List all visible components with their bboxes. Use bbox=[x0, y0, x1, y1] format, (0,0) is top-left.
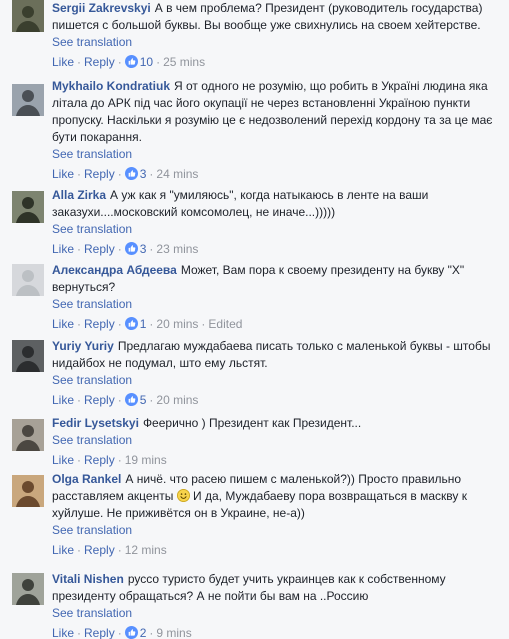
see-translation-link[interactable]: See translation bbox=[52, 522, 500, 539]
comment-author[interactable]: Vitali Nishen bbox=[52, 572, 124, 586]
avatar[interactable] bbox=[12, 419, 44, 451]
comment-actions: Like · Reply · 1 · 20 mins · Edited bbox=[52, 317, 243, 331]
comment-actions: Like · Reply · 5 · 20 mins bbox=[52, 393, 199, 407]
like-thumb-icon bbox=[124, 167, 138, 180]
comment-author[interactable]: Yuriy Yuriy bbox=[52, 339, 114, 353]
see-translation-link[interactable]: See translation bbox=[52, 432, 500, 449]
like-thumb-icon bbox=[124, 242, 138, 255]
comment-author[interactable]: Olga Rankel bbox=[52, 472, 121, 486]
comment-timestamp[interactable]: 12 mins bbox=[125, 543, 167, 557]
comment-body: Olga Rankel А ничё. что расею пишем с мал… bbox=[52, 471, 500, 522]
comment-body: Vitali Nishen руссо туристо будет учить у… bbox=[52, 571, 500, 605]
like-count[interactable]: 5 bbox=[124, 393, 146, 407]
like-thumb-icon bbox=[124, 626, 138, 639]
comment-author[interactable]: Sergii Zakrevskyi bbox=[52, 1, 151, 15]
see-translation-link[interactable]: See translation bbox=[52, 605, 500, 622]
like-count[interactable]: 3 bbox=[124, 242, 146, 256]
comment-timestamp[interactable]: 9 mins bbox=[156, 626, 191, 639]
reply-button[interactable]: Reply bbox=[84, 626, 115, 639]
like-button[interactable]: Like bbox=[52, 393, 74, 407]
reply-button[interactable]: Reply bbox=[84, 317, 115, 331]
like-button[interactable]: Like bbox=[52, 55, 74, 69]
avatar[interactable] bbox=[12, 264, 44, 296]
comment-body: Sergii Zakrevskyi А в чем проблема? Прези… bbox=[52, 0, 500, 34]
see-translation-link[interactable]: See translation bbox=[52, 221, 500, 238]
reply-button[interactable]: Reply bbox=[84, 393, 115, 407]
comment-body: Yuriy Yuriy Предлагаю муждабаева писать т… bbox=[52, 338, 500, 372]
like-button[interactable]: Like bbox=[52, 167, 74, 181]
comment-body: Fedir Lysetskyi Феерично ) Президент как … bbox=[52, 415, 500, 432]
comment-text: Феерично ) Президент как Президент... bbox=[142, 416, 362, 430]
comment-timestamp[interactable]: 20 mins bbox=[156, 317, 198, 331]
comment-body: Alla Zirka А уж как я "умиляюсь", когда н… bbox=[52, 187, 500, 221]
reply-button[interactable]: Reply bbox=[84, 242, 115, 256]
like-count[interactable]: 3 bbox=[124, 167, 146, 181]
see-translation-link[interactable]: See translation bbox=[52, 146, 500, 163]
like-button[interactable]: Like bbox=[52, 317, 74, 331]
comment-author[interactable]: Fedir Lysetskyi bbox=[52, 416, 139, 430]
like-button[interactable]: Like bbox=[52, 242, 74, 256]
avatar[interactable] bbox=[12, 573, 44, 605]
comment-author[interactable]: Alla Zirka bbox=[52, 188, 106, 202]
like-count[interactable]: 10 bbox=[124, 55, 153, 69]
reply-button[interactable]: Reply bbox=[84, 55, 115, 69]
see-translation-link[interactable]: See translation bbox=[52, 372, 500, 389]
avatar[interactable] bbox=[12, 475, 44, 507]
like-button[interactable]: Like bbox=[52, 543, 74, 557]
reply-button[interactable]: Reply bbox=[84, 543, 115, 557]
comment-body: Александра Абдеева Может, Вам пора к свое… bbox=[52, 262, 500, 296]
avatar[interactable] bbox=[12, 191, 44, 223]
like-count[interactable]: 2 bbox=[124, 626, 146, 639]
like-thumb-icon bbox=[124, 393, 138, 406]
comment-actions: Like · Reply · 2 · 9 mins bbox=[52, 626, 192, 639]
smiley-emoji-icon bbox=[176, 489, 190, 502]
avatar[interactable] bbox=[12, 340, 44, 372]
like-button[interactable]: Like bbox=[52, 453, 74, 467]
see-translation-link[interactable]: See translation bbox=[52, 34, 500, 51]
comment-list: Sergii Zakrevskyi А в чем проблема? Прези… bbox=[0, 0, 509, 639]
comment-timestamp[interactable]: 23 mins bbox=[156, 242, 198, 256]
comment-author[interactable]: Александра Абдеева bbox=[52, 263, 177, 277]
avatar[interactable] bbox=[12, 0, 44, 32]
like-thumb-icon bbox=[124, 55, 138, 68]
see-translation-link[interactable]: See translation bbox=[52, 296, 500, 313]
comment-text: Предлагаю муждабаева писать только с мал… bbox=[52, 339, 491, 370]
comment-actions: Like · Reply · 12 mins bbox=[52, 543, 167, 557]
like-count[interactable]: 1 bbox=[124, 317, 146, 331]
comment-text: А уж как я "умиляюсь", когда натыкаюсь в… bbox=[52, 188, 429, 219]
comment-timestamp[interactable]: 20 mins bbox=[156, 393, 198, 407]
edited-label[interactable]: Edited bbox=[208, 317, 242, 331]
comment-actions: Like · Reply · 10 · 25 mins bbox=[52, 55, 206, 69]
comment-timestamp[interactable]: 24 mins bbox=[156, 167, 198, 181]
comment-timestamp[interactable]: 25 mins bbox=[163, 55, 205, 69]
like-thumb-icon bbox=[124, 317, 138, 330]
comment-actions: Like · Reply · 3 · 24 mins bbox=[52, 167, 199, 181]
comment-actions: Like · Reply · 3 · 23 mins bbox=[52, 242, 199, 256]
reply-button[interactable]: Reply bbox=[84, 167, 115, 181]
avatar[interactable] bbox=[12, 84, 44, 116]
comment-body: Mykhailo Kondratiuk Я от одного не розумі… bbox=[52, 78, 500, 146]
comment-timestamp[interactable]: 19 mins bbox=[125, 453, 167, 467]
like-button[interactable]: Like bbox=[52, 626, 74, 639]
comment-author[interactable]: Mykhailo Kondratiuk bbox=[52, 79, 170, 93]
reply-button[interactable]: Reply bbox=[84, 453, 115, 467]
comment-actions: Like · Reply · 19 mins bbox=[52, 453, 167, 467]
